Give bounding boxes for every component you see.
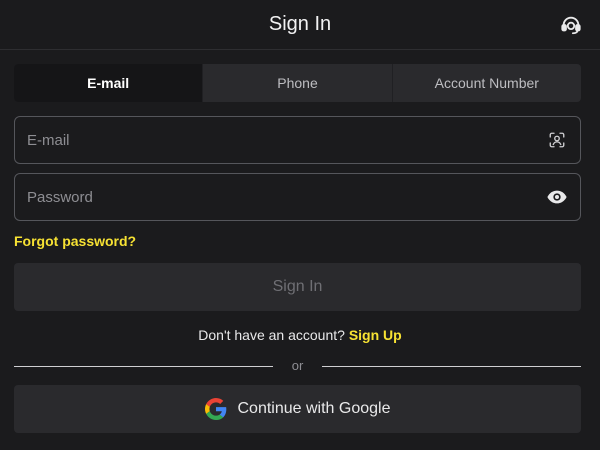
divider-text: or bbox=[291, 358, 304, 373]
tab-account-number[interactable]: Account Number bbox=[391, 64, 581, 102]
page-title: Sign In bbox=[268, 13, 332, 35]
sign-up-link[interactable]: Sign Up bbox=[349, 327, 402, 343]
continue-with-google-button[interactable]: Continue with Google bbox=[14, 385, 581, 433]
tab-phone[interactable]: Phone bbox=[202, 64, 391, 102]
face-scan-icon[interactable] bbox=[546, 129, 568, 151]
tab-email[interactable]: E-mail bbox=[14, 64, 203, 102]
login-method-tabs: E-mail Phone Account Number bbox=[14, 64, 581, 102]
header-bar: Sign In bbox=[0, 0, 600, 50]
continue-with-google-label: Continue with Google bbox=[237, 400, 391, 417]
forgot-password-link[interactable]: Forgot password? bbox=[14, 233, 136, 249]
sign-in-button[interactable]: Sign In bbox=[14, 263, 581, 311]
signup-row: Don't have an account? Sign Up bbox=[0, 327, 600, 343]
password-field[interactable] bbox=[27, 188, 546, 206]
password-field-container bbox=[14, 173, 581, 221]
divider-left bbox=[14, 366, 273, 367]
email-field[interactable] bbox=[27, 131, 546, 149]
divider-right bbox=[322, 366, 581, 367]
google-logo-icon bbox=[204, 398, 227, 420]
eye-icon[interactable] bbox=[546, 186, 568, 208]
signup-prompt: Don't have an account? bbox=[198, 327, 345, 343]
headset-icon[interactable] bbox=[559, 13, 583, 37]
email-field-container bbox=[14, 116, 581, 164]
